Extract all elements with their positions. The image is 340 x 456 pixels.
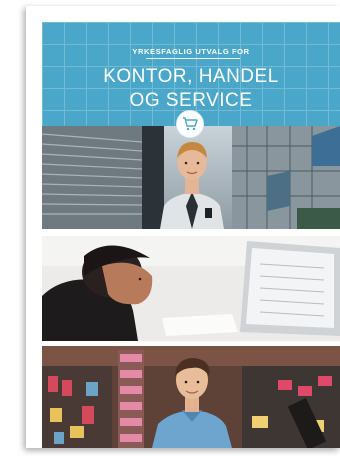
cover-title-line1: KONTOR, HANDEL [103, 66, 279, 87]
cover-subtitle: YRKESFAGLIG UTVALG FOR [132, 47, 250, 56]
subtitle-underline [146, 58, 240, 59]
photo-office-worker [42, 236, 340, 341]
shopping-cart-icon [183, 117, 198, 131]
photo-shop-worker [42, 346, 340, 448]
photo-security-guard [42, 126, 340, 229]
cart-badge [176, 110, 204, 138]
cover-title-line2: OG SERVICE [129, 90, 253, 111]
brochure-cover: YRKESFAGLIG UTVALG FOR KONTOR, HANDEL OG… [26, 6, 340, 448]
